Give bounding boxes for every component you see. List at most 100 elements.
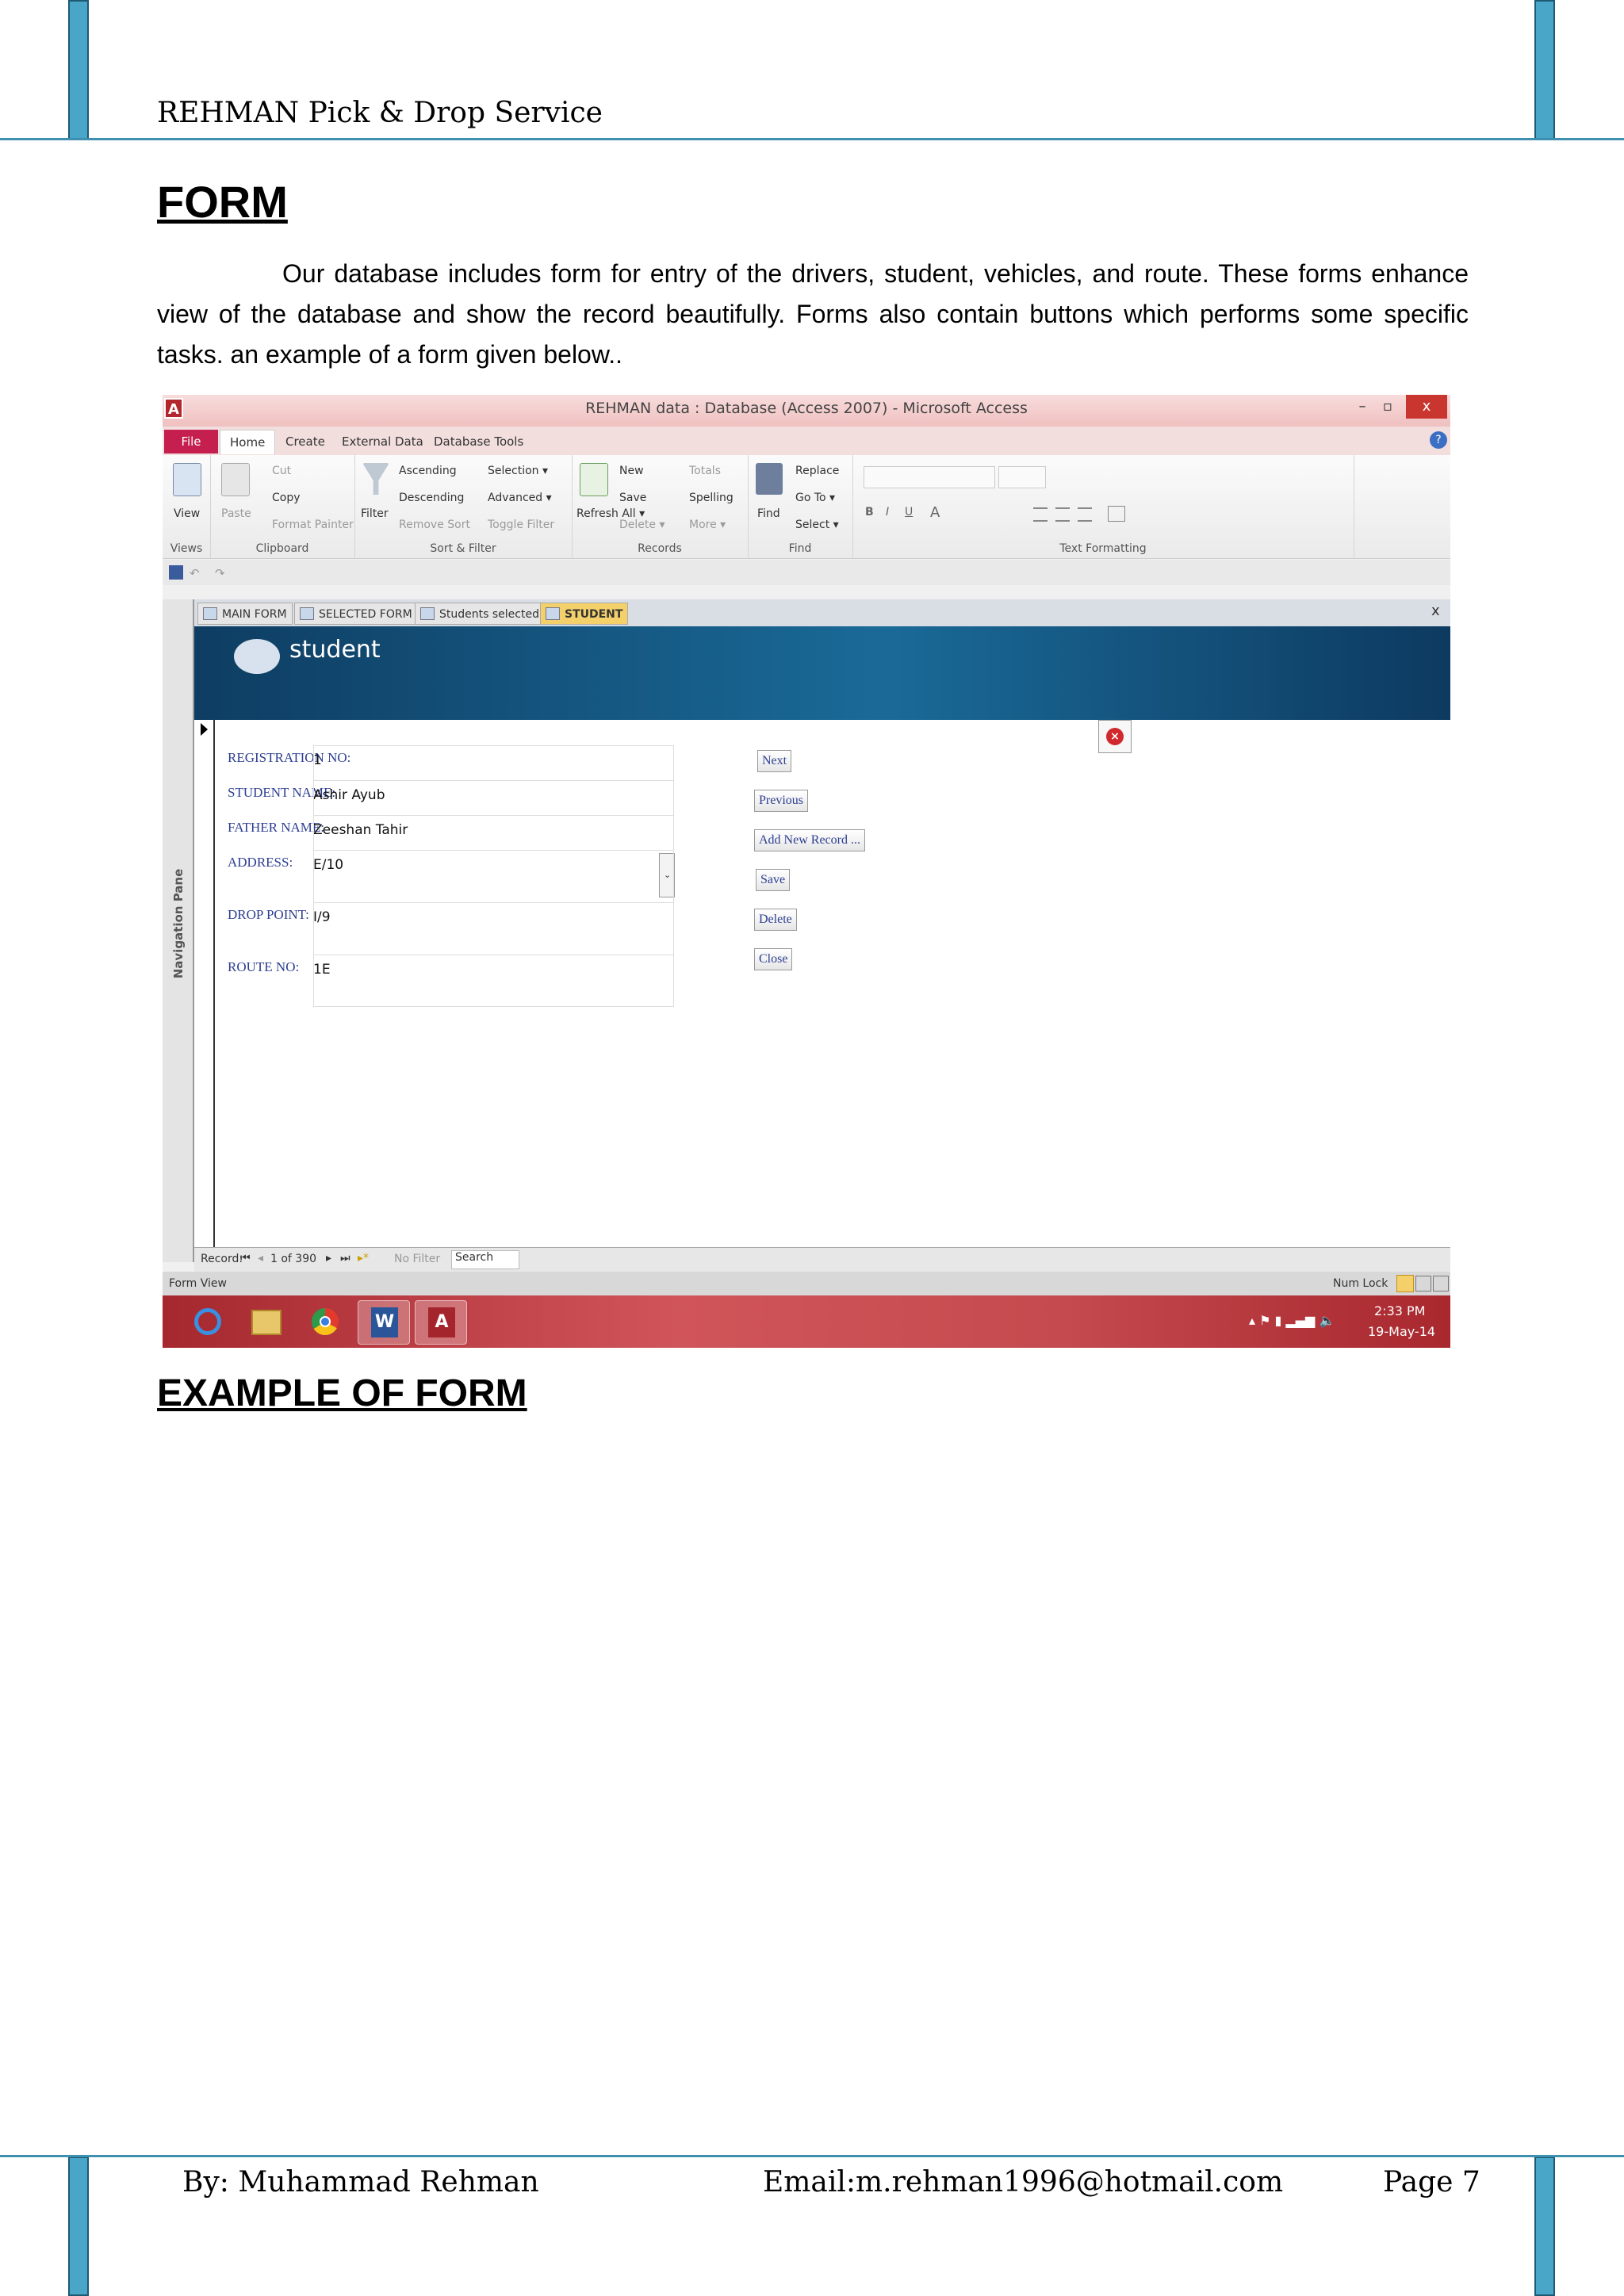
advanced-button[interactable]: Advanced ▾ bbox=[488, 492, 552, 504]
underline-button[interactable]: U bbox=[905, 506, 913, 519]
exit-button[interactable]: × bbox=[1098, 720, 1132, 753]
doctab-selected-form-1[interactable]: SELECTED FORM 1 bbox=[294, 603, 429, 625]
view-icon bbox=[173, 463, 201, 496]
ribbon-tabs: File Home Create External Data Database … bbox=[163, 427, 1450, 455]
tab-database-tools[interactable]: Database Tools bbox=[434, 430, 523, 453]
font-color-button[interactable]: A bbox=[930, 504, 940, 521]
minimize-button[interactable]: – bbox=[1350, 395, 1374, 419]
tab-external-data[interactable]: External Data bbox=[342, 430, 423, 453]
page-header-title: REHMAN Pick & Drop Service bbox=[157, 97, 603, 129]
remove-sort-button[interactable]: Remove Sort bbox=[399, 519, 470, 531]
group-label-sort-filter: Sort & Filter bbox=[430, 542, 496, 555]
system-tray-icons[interactable]: ▴ ⚑ ▮ ▂▄▆ 🔈 bbox=[1249, 1313, 1335, 1328]
form-view-icon[interactable] bbox=[1396, 1275, 1414, 1292]
descending-button[interactable]: Descending bbox=[399, 492, 464, 504]
ribbon: View Views Paste Cut Copy Format Painter… bbox=[163, 455, 1450, 559]
filter-button[interactable]: Filter bbox=[361, 507, 389, 520]
spelling-button[interactable]: Spelling bbox=[689, 492, 733, 504]
access-icon[interactable]: A bbox=[415, 1300, 467, 1345]
frame-bar-top-left bbox=[68, 0, 89, 140]
new-record-icon[interactable]: ▸* bbox=[358, 1252, 369, 1265]
file-explorer-icon[interactable] bbox=[240, 1300, 293, 1345]
font-size-select[interactable] bbox=[998, 466, 1046, 488]
align-center-icon[interactable] bbox=[1055, 507, 1070, 522]
navigation-pane-label: Navigation Pane bbox=[171, 868, 186, 979]
add-new-record-button[interactable]: Add New Record ... bbox=[754, 829, 865, 851]
navigation-pane[interactable]: Navigation Pane bbox=[163, 599, 194, 1262]
doctab-label: MAIN FORM bbox=[222, 608, 287, 621]
go-to-button[interactable]: Go To ▾ bbox=[795, 492, 835, 504]
format-painter-button[interactable]: Format Painter bbox=[272, 519, 354, 531]
tab-home[interactable]: Home bbox=[220, 430, 276, 454]
quick-access-toolbar: ↶ ↷ bbox=[163, 560, 1450, 585]
group-sort-filter: Filter Ascending Descending Remove Sort … bbox=[354, 455, 573, 558]
bold-button[interactable]: B bbox=[865, 506, 874, 519]
group-text-formatting: B I U A Text Formatting bbox=[852, 455, 1354, 558]
undo-icon[interactable]: ↶ bbox=[190, 566, 200, 580]
toggle-filter-button[interactable]: Toggle Filter bbox=[488, 519, 554, 531]
restore-button[interactable]: ▫ bbox=[1376, 395, 1400, 419]
more-button[interactable]: More ▾ bbox=[689, 519, 726, 531]
record-position[interactable]: 1 of 390 bbox=[270, 1253, 316, 1265]
tab-create[interactable]: Create bbox=[285, 430, 325, 453]
delete-button[interactable]: Delete bbox=[754, 909, 797, 931]
previous-record-icon[interactable]: ◂ bbox=[258, 1252, 263, 1265]
footer-email[interactable]: Email:m.rehman1996@hotmail.com bbox=[763, 2166, 1283, 2198]
paste-button[interactable]: Paste bbox=[221, 507, 251, 520]
record-selector[interactable] bbox=[194, 720, 215, 1251]
next-record-icon[interactable]: ▸ bbox=[326, 1252, 331, 1265]
word-icon[interactable]: W bbox=[358, 1300, 410, 1345]
view-button[interactable]: View bbox=[174, 507, 200, 520]
help-icon[interactable]: ? bbox=[1430, 431, 1447, 449]
find-button[interactable]: Find bbox=[757, 507, 780, 520]
delete-record-button[interactable]: Delete ▾ bbox=[619, 519, 665, 531]
doctab-main-form[interactable]: MAIN FORM bbox=[197, 603, 293, 625]
footer-author: By: Muhammad Rehman bbox=[182, 2166, 539, 2198]
gridlines-icon[interactable] bbox=[1108, 506, 1125, 522]
datasheet-view-icon[interactable] bbox=[1415, 1276, 1431, 1292]
form-icon bbox=[546, 607, 560, 620]
group-find: Find Replace Go To ▾ Select ▾ Find bbox=[748, 455, 853, 558]
internet-explorer-icon[interactable] bbox=[182, 1300, 234, 1345]
group-records: Refresh All ▾ New Save Delete ▾ Totals S… bbox=[572, 455, 749, 558]
section-heading: FORM bbox=[157, 177, 288, 227]
tab-file[interactable]: File bbox=[164, 430, 218, 453]
replace-button[interactable]: Replace bbox=[795, 465, 839, 477]
filter-status[interactable]: No Filter bbox=[394, 1253, 440, 1265]
align-left-icon[interactable] bbox=[1033, 507, 1048, 522]
group-label-views: Views bbox=[170, 542, 203, 555]
first-record-icon[interactable]: ⏮ bbox=[240, 1252, 251, 1265]
binoculars-icon bbox=[756, 463, 783, 495]
new-record-button[interactable]: New bbox=[619, 465, 644, 477]
doctab-students-selected[interactable]: Students selected bbox=[415, 603, 545, 625]
totals-button[interactable]: Totals bbox=[689, 465, 721, 477]
next-button[interactable]: Next bbox=[757, 750, 792, 772]
font-name-select[interactable] bbox=[864, 466, 995, 488]
close-form-button[interactable]: Close bbox=[754, 948, 793, 970]
ascending-button[interactable]: Ascending bbox=[399, 465, 457, 477]
save-record-button[interactable]: Save bbox=[619, 492, 646, 504]
align-right-icon[interactable] bbox=[1078, 507, 1092, 522]
save-icon[interactable] bbox=[169, 565, 183, 580]
close-window-button[interactable]: x bbox=[1406, 395, 1447, 419]
doctab-student[interactable]: STUDENT bbox=[540, 603, 629, 625]
refresh-icon bbox=[580, 463, 608, 496]
group-label-find: Find bbox=[788, 542, 812, 555]
close-document-button[interactable]: x bbox=[1431, 603, 1440, 619]
group-label-clipboard: Clipboard bbox=[255, 542, 309, 555]
frame-bar-bottom-right bbox=[1534, 2156, 1555, 2296]
selection-button[interactable]: Selection ▾ bbox=[488, 465, 548, 477]
search-box[interactable]: Search bbox=[451, 1250, 519, 1269]
cut-button[interactable]: Cut bbox=[272, 465, 291, 477]
last-record-icon[interactable]: ⏭ bbox=[340, 1252, 350, 1265]
group-clipboard: Paste Cut Copy Format Painter Clipboard bbox=[210, 455, 355, 558]
chrome-icon[interactable] bbox=[299, 1300, 351, 1345]
select-button[interactable]: Select ▾ bbox=[795, 519, 839, 531]
redo-icon[interactable]: ↷ bbox=[215, 566, 225, 580]
doctab-label: SELECTED FORM 1 bbox=[319, 608, 423, 621]
copy-button[interactable]: Copy bbox=[272, 492, 301, 504]
design-view-icon[interactable] bbox=[1433, 1276, 1449, 1292]
previous-button[interactable]: Previous bbox=[754, 790, 808, 812]
save-button[interactable]: Save bbox=[756, 869, 791, 891]
italic-button[interactable]: I bbox=[886, 506, 889, 519]
